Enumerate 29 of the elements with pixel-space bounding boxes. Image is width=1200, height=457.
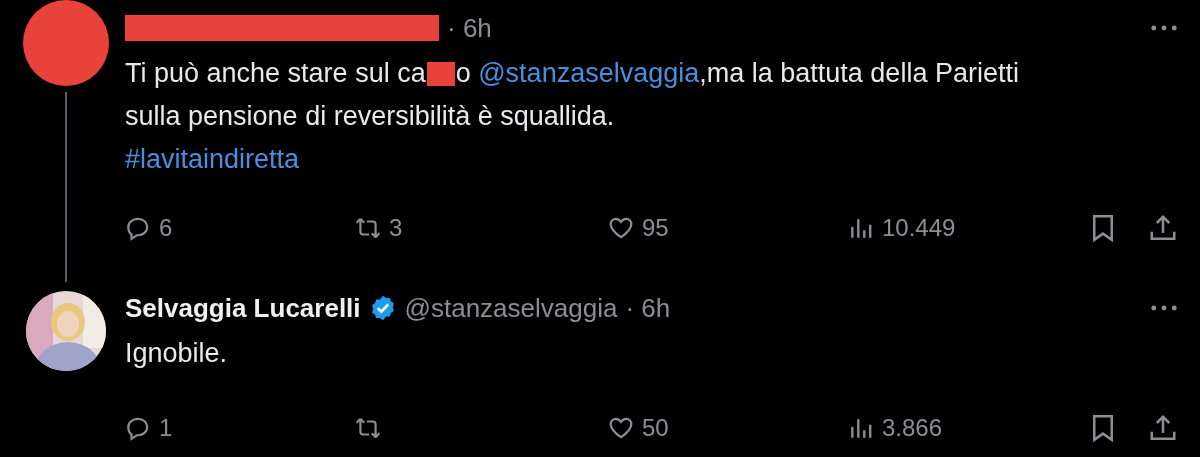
heart-icon[interactable] bbox=[608, 415, 634, 441]
repost-icon[interactable] bbox=[355, 215, 381, 241]
action-count: 3.866 bbox=[882, 414, 943, 442]
comment-icon[interactable] bbox=[125, 215, 151, 241]
action-count: 50 bbox=[642, 414, 669, 442]
action-count: 10.449 bbox=[882, 214, 956, 242]
share-icon[interactable] bbox=[1148, 413, 1178, 443]
repost-icon[interactable] bbox=[355, 415, 381, 441]
heart-icon[interactable] bbox=[608, 215, 634, 241]
post-text: Ignobile. bbox=[125, 337, 228, 370]
post-text: Ti può anche stare sul ca bbox=[125, 57, 426, 90]
post-time: · 6h bbox=[447, 12, 492, 44]
comment-icon[interactable] bbox=[125, 415, 151, 441]
redaction-mark bbox=[426, 61, 455, 86]
more-icon[interactable] bbox=[1150, 24, 1178, 32]
post-text: o bbox=[455, 57, 472, 90]
action-count: 3 bbox=[389, 214, 403, 242]
post-time: · 6h bbox=[625, 292, 671, 324]
action-count: 6 bbox=[159, 214, 173, 242]
user-handle[interactable]: @stanzaselvaggia bbox=[404, 292, 618, 324]
link[interactable]: @stanzaselvaggia bbox=[478, 52, 700, 95]
author-name[interactable]: Selvaggia Lucarelli bbox=[125, 292, 361, 324]
share-icon[interactable] bbox=[1148, 213, 1178, 243]
post-text: sulla pensione di reversibilità è squallida. bbox=[125, 100, 615, 133]
link[interactable]: #lavitaindiretta bbox=[125, 138, 300, 181]
action-count: 95 bbox=[642, 214, 669, 242]
action-count: 1 bbox=[159, 414, 173, 442]
more-icon[interactable] bbox=[1150, 304, 1178, 312]
post-text: ,ma la battuta della Parietti bbox=[699, 57, 1019, 90]
